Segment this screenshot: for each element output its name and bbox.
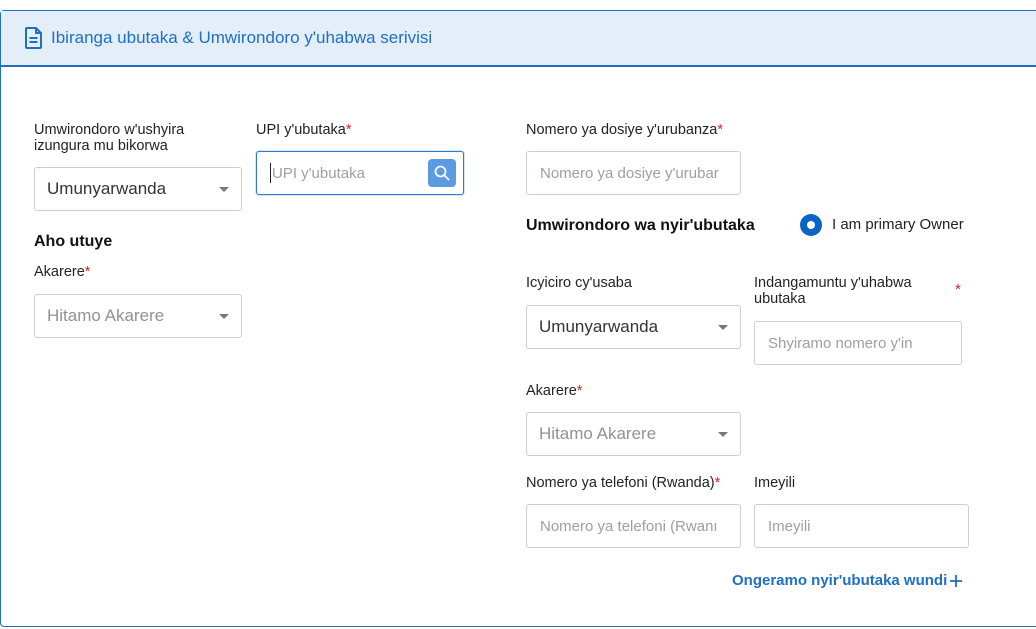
id-type-value: Umunyarwanda [539, 317, 659, 336]
chevron-down-icon [219, 314, 229, 319]
national-id-label: Indangamuntu y'uhabwa ubutaka [754, 275, 912, 307]
id-type-select[interactable]: Umunyarwanda [526, 305, 741, 349]
district-placeholder-right: Hitamo Akarere [539, 424, 657, 443]
chevron-down-icon [718, 325, 728, 330]
district-select-right[interactable]: Hitamo Akarere [526, 412, 741, 456]
phone-placeholder: Nomero ya telefoni (Rwanı [540, 517, 718, 535]
district-label-left: Akarere* [34, 264, 91, 280]
court-file-placeholder: Nomero ya dosiye y'urubar [540, 164, 719, 182]
district-select-left[interactable]: Hitamo Akarere [34, 294, 242, 338]
court-file-input[interactable]: Nomero ya dosiye y'urubar [526, 151, 741, 195]
email-placeholder: Imeyili [768, 517, 811, 535]
chevron-down-icon [718, 432, 728, 437]
primary-owner-radio[interactable] [800, 214, 822, 236]
national-id-placeholder: Shyiramo nomero y'in [768, 334, 913, 352]
upi-input[interactable]: UPI y'ubutaka [256, 151, 464, 195]
phone-label: Nomero ya telefoni (Rwanda)* [526, 475, 721, 491]
nationality-label: Umwirondoro w'ushyira izungura mu bikorw… [34, 122, 185, 154]
search-button[interactable] [428, 159, 456, 187]
district-label-right: Akarere* [526, 383, 583, 399]
text-cursor [270, 163, 271, 183]
add-owner-link[interactable]: Ongeramo nyir'ubutaka wundi [732, 572, 963, 589]
search-icon [434, 165, 450, 181]
panel-header: Ibiranga ubutaka & Umwirondoro y'uhabwa … [1, 11, 1036, 67]
national-id-input[interactable]: Shyiramo nomero y'in [754, 321, 962, 365]
national-id-required-mark: * [955, 281, 961, 298]
id-type-label: Icyiciro cy'usaba [526, 275, 632, 291]
primary-owner-label: I am primary Owner [832, 216, 964, 233]
document-icon [25, 27, 43, 49]
email-input[interactable]: Imeyili [754, 504, 969, 548]
email-label: Imeyili [754, 475, 796, 491]
plus-icon [949, 574, 963, 588]
residence-title: Aho utuye [34, 233, 113, 250]
nationality-value: Umunyarwanda [47, 179, 167, 198]
add-owner-label: Ongeramo nyir'ubutaka wundi [732, 572, 948, 589]
nationality-select[interactable]: Umunyarwanda [34, 167, 242, 211]
phone-input[interactable]: Nomero ya telefoni (Rwanı [526, 504, 741, 548]
owner-section-title: Umwirondoro wa nyir'ubutaka [526, 217, 755, 234]
radio-dot [807, 221, 815, 229]
upi-label: UPI y'ubutaka* [256, 122, 352, 138]
upi-placeholder: UPI y'ubutaka [272, 164, 365, 182]
chevron-down-icon [219, 187, 229, 192]
primary-owner-option[interactable]: I am primary Owner [800, 214, 964, 236]
court-file-label: Nomero ya dosiye y'urubanza* [526, 122, 724, 138]
page-title: Ibiranga ubutaka & Umwirondoro y'uhabwa … [51, 28, 433, 47]
district-placeholder-left: Hitamo Akarere [47, 306, 165, 325]
